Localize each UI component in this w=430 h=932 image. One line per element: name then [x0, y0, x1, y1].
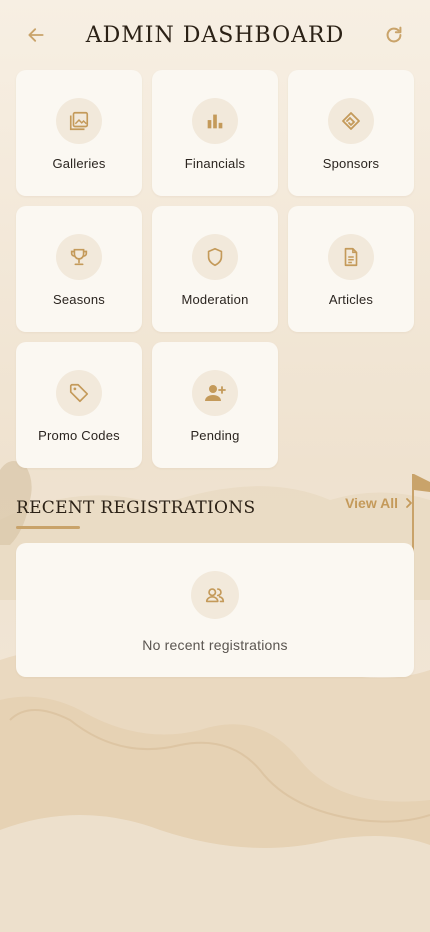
- tile-label: Moderation: [181, 292, 249, 307]
- section-underline: [16, 526, 80, 529]
- recent-registrations-header: RECENT REGISTRATIONS View All: [0, 495, 430, 529]
- view-all-link[interactable]: View All: [345, 495, 414, 511]
- tile-icon-circle: [192, 370, 238, 416]
- admin-tile-grid: Galleries Financials Sponsors Seasons Mo…: [0, 70, 430, 468]
- tile-icon-circle: [328, 98, 374, 144]
- shield-icon: [207, 247, 223, 267]
- bar-chart-icon: [207, 114, 223, 129]
- tile-label: Seasons: [53, 292, 105, 307]
- arrow-left-icon: [28, 28, 44, 42]
- refresh-icon: [386, 26, 402, 43]
- tile-label: Pending: [190, 428, 240, 443]
- chevron-right-icon: [406, 498, 412, 508]
- tile-financials[interactable]: Financials: [152, 70, 278, 196]
- empty-icon-circle: [191, 571, 239, 619]
- tag-icon: [69, 383, 89, 403]
- tile-label: Financials: [184, 156, 246, 171]
- tile-icon-circle: [192, 234, 238, 280]
- section-title-group: RECENT REGISTRATIONS: [16, 498, 255, 529]
- app-screen: ADMIN DASHBOARD Galleries Financials Spo…: [0, 0, 430, 677]
- tile-icon-circle: [56, 98, 102, 144]
- page-title: ADMIN DASHBOARD: [85, 22, 345, 48]
- tile-icon-circle: [328, 234, 374, 280]
- refresh-button[interactable]: [374, 15, 414, 55]
- tile-icon-circle: [56, 234, 102, 280]
- section-title: RECENT REGISTRATIONS: [16, 498, 256, 518]
- empty-state-text: No recent registrations: [142, 637, 288, 653]
- tile-label: Galleries: [52, 156, 106, 171]
- tile-sponsors[interactable]: Sponsors: [288, 70, 414, 196]
- recent-registrations-empty-card: No recent registrations: [16, 543, 414, 677]
- tile-label: Promo Codes: [38, 428, 120, 443]
- group-icon: [205, 588, 225, 603]
- tile-galleries[interactable]: Galleries: [16, 70, 142, 196]
- tile-icon-circle: [56, 370, 102, 416]
- top-bar: ADMIN DASHBOARD: [0, 0, 430, 70]
- tile-label: Sponsors: [322, 156, 380, 171]
- tile-pending[interactable]: Pending: [152, 342, 278, 468]
- tile-moderation[interactable]: Moderation: [152, 206, 278, 332]
- tile-label: Articles: [328, 292, 374, 307]
- gallery-icon: [69, 111, 89, 131]
- tile-icon-circle: [192, 98, 238, 144]
- tile-seasons[interactable]: Seasons: [16, 206, 142, 332]
- trophy-icon: [70, 248, 88, 266]
- tile-promo-codes[interactable]: Promo Codes: [16, 342, 142, 468]
- person-add-icon: [205, 385, 226, 401]
- back-button[interactable]: [16, 15, 56, 55]
- document-icon: [344, 247, 358, 267]
- handshake-icon: [342, 112, 360, 130]
- tile-articles[interactable]: Articles: [288, 206, 414, 332]
- view-all-label: View All: [345, 495, 398, 511]
